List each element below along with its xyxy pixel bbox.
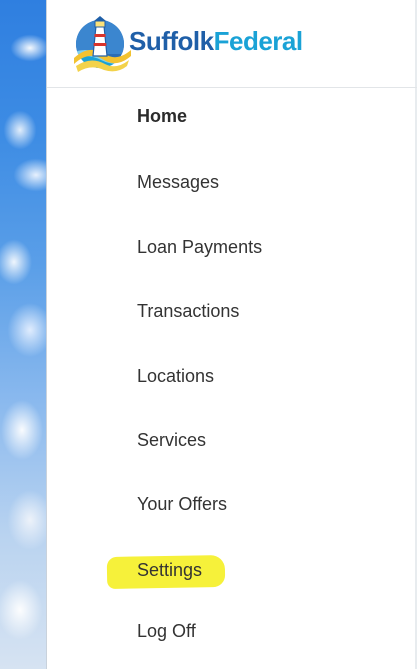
nav-item-home[interactable]: Home <box>137 102 187 130</box>
nav-item-loan-payments[interactable]: Loan Payments <box>137 233 262 261</box>
nav-item-settings[interactable]: Settings <box>137 556 202 584</box>
sky-background <box>0 0 46 669</box>
nav-item-log-off[interactable]: Log Off <box>137 617 196 645</box>
nav-item-services[interactable]: Services <box>137 426 206 454</box>
nav-panel: SuffolkFederal Home Messages Loan Paymen… <box>46 0 417 669</box>
lighthouse-icon <box>74 16 131 72</box>
header: SuffolkFederal <box>47 0 417 88</box>
nav-item-transactions[interactable]: Transactions <box>137 297 239 325</box>
nav-item-locations[interactable]: Locations <box>137 362 214 390</box>
brand-name-part1: Suffolk <box>129 26 214 56</box>
brand-name: SuffolkFederal <box>129 26 303 57</box>
brand-logo[interactable]: SuffolkFederal <box>71 14 361 74</box>
nav-item-messages[interactable]: Messages <box>137 168 219 196</box>
nav-item-your-offers[interactable]: Your Offers <box>137 490 227 518</box>
brand-name-part2: Federal <box>213 26 304 56</box>
